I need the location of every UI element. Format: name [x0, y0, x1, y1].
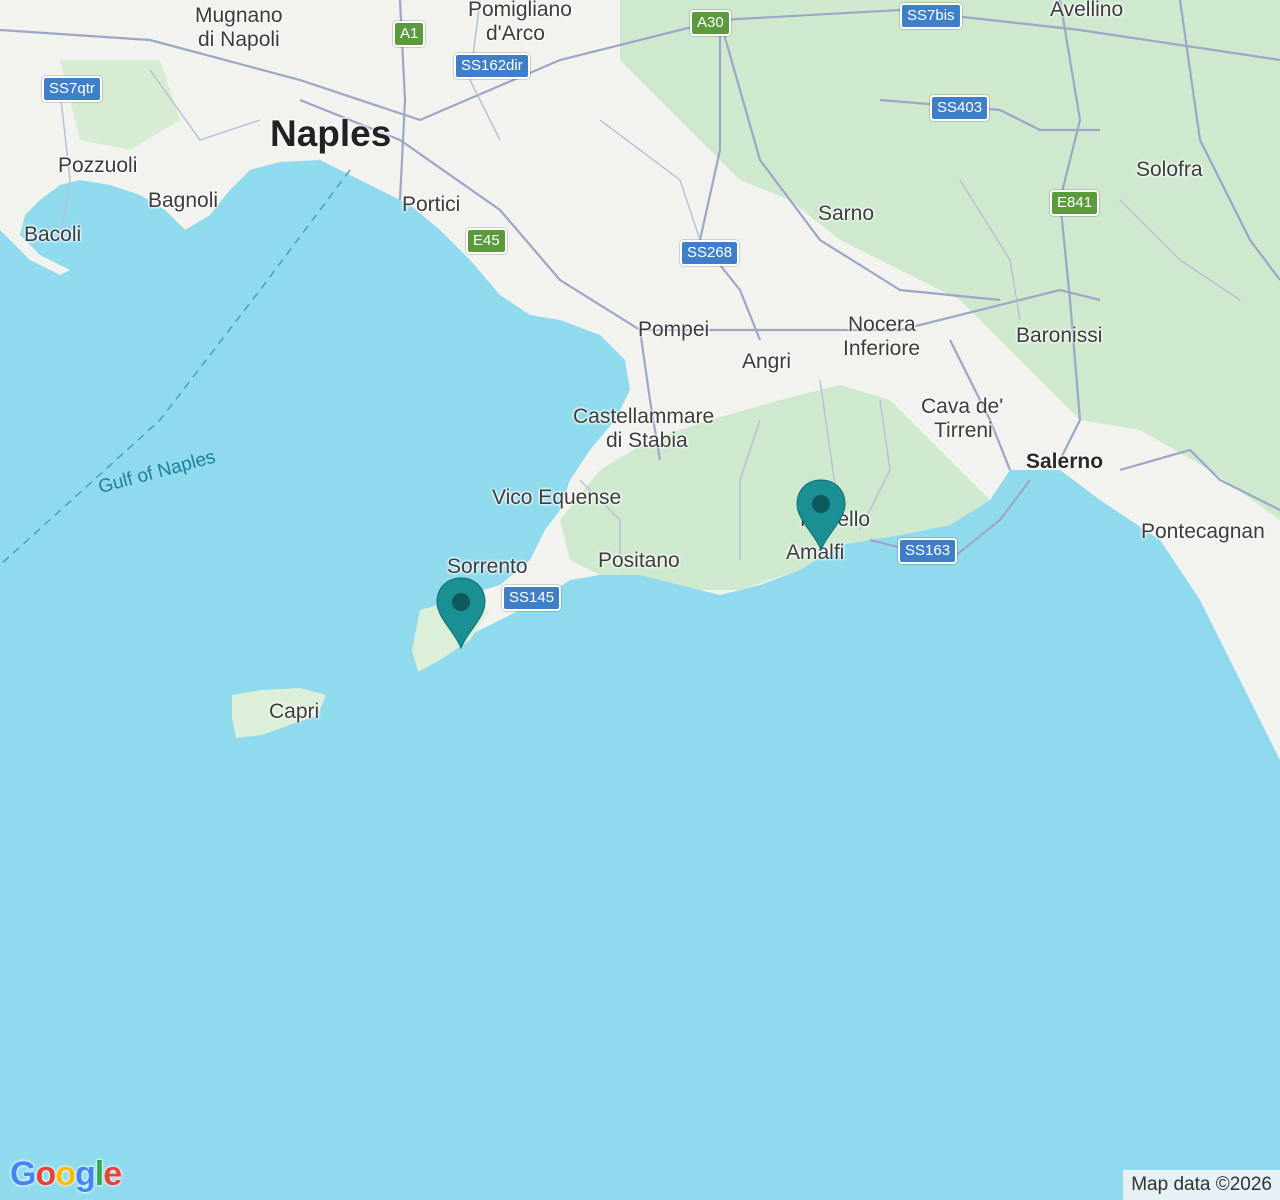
- place-label-sarno: Sarno: [818, 202, 875, 225]
- road-shield-ss403: SS403: [930, 95, 990, 121]
- place-label-solofra: Solofra: [1136, 158, 1203, 181]
- place-label-bagnoli: Bagnoli: [148, 189, 219, 212]
- place-label-angri: Angri: [742, 350, 792, 373]
- road-shield-ss268: SS268: [680, 240, 740, 266]
- road-shield-ss162dir: SS162dir: [454, 53, 530, 79]
- place-label-pozzuoli: Pozzuoli: [58, 154, 138, 177]
- map-pin-icon[interactable]: [435, 576, 487, 650]
- place-label-tirreni: Tirreni: [934, 419, 993, 442]
- place-label-cava: Cava de': [921, 395, 1004, 418]
- road-shield-e45: E45: [466, 228, 507, 254]
- place-label-castellammare: Castellammare: [573, 405, 715, 428]
- road-shield-a30: A30: [690, 10, 731, 36]
- place-label-pomigliano: Pomigliano: [468, 0, 572, 21]
- road-shield-ss163: SS163: [898, 538, 958, 564]
- map-attribution[interactable]: Map data ©2026: [1123, 1170, 1280, 1200]
- logo-letter: g: [75, 1155, 96, 1193]
- google-logo[interactable]: Google: [10, 1155, 122, 1194]
- map-canvas[interactable]: Mugnano di Napoli Pomigliano d'Arco Avel…: [0, 0, 1280, 1200]
- place-label-di-napoli: di Napoli: [198, 28, 280, 51]
- road-shield-ss145: SS145: [502, 585, 562, 611]
- place-label-baronissi: Baronissi: [1016, 324, 1103, 347]
- map-base-layer: [0, 0, 1280, 1200]
- place-label-bacoli: Bacoli: [24, 223, 82, 246]
- place-label-naples: Naples: [270, 113, 392, 154]
- road-shield-e841: E841: [1050, 190, 1100, 216]
- logo-letter: l: [94, 1155, 105, 1193]
- place-label-darco: d'Arco: [486, 22, 545, 45]
- place-label-positano: Positano: [598, 549, 680, 572]
- logo-letter: o: [35, 1155, 56, 1193]
- logo-letter: e: [103, 1155, 122, 1193]
- place-label-avellino: Avellino: [1050, 0, 1124, 21]
- logo-letter: o: [55, 1155, 76, 1193]
- place-label-vico-equense: Vico Equense: [492, 486, 622, 509]
- place-label-portici: Portici: [402, 193, 461, 216]
- place-label-pompei: Pompei: [638, 318, 710, 341]
- logo-letter: G: [10, 1155, 36, 1193]
- place-label-inferiore: Inferiore: [843, 337, 921, 360]
- place-label-pontecagnano: Pontecagnan: [1141, 520, 1265, 543]
- place-label-mugnano: Mugnano: [195, 4, 283, 27]
- place-label-capri: Capri: [269, 700, 320, 723]
- road-shield-a1: A1: [393, 21, 426, 47]
- place-label-nocera: Nocera: [848, 313, 916, 336]
- place-label-salerno: Salerno: [1026, 450, 1104, 473]
- road-shield-ss7bis: SS7bis: [900, 3, 962, 29]
- place-label-di-stabia: di Stabia: [606, 429, 688, 452]
- map-pin-icon[interactable]: [795, 478, 847, 552]
- road-shield-ss7qtr: SS7qtr: [42, 76, 102, 102]
